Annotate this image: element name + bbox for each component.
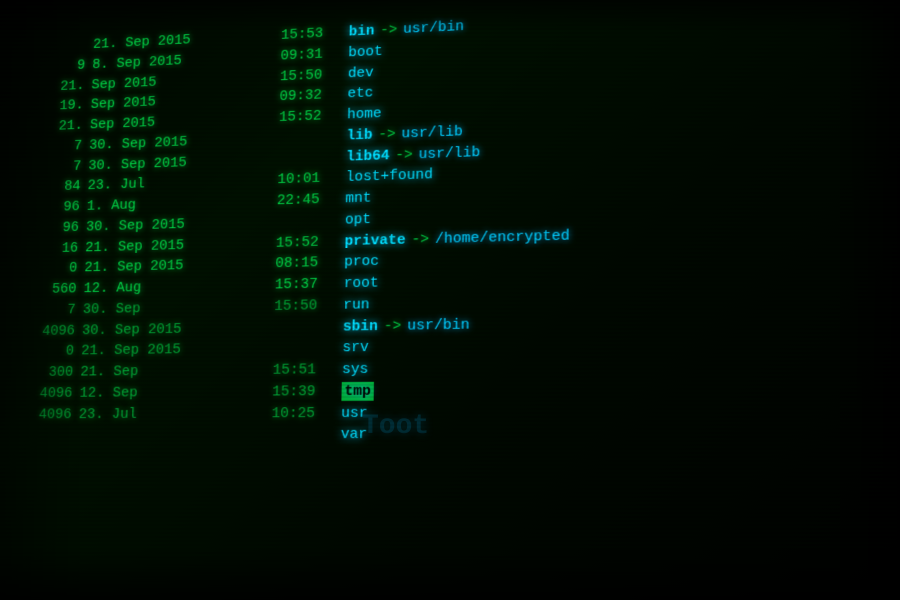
file-time: 10:01 (277, 168, 334, 191)
file-time (273, 352, 331, 353)
file-name: proc (344, 251, 379, 273)
file-date: 21. Sep 2015 (81, 339, 268, 362)
table-row: var (20, 422, 900, 446)
link-target: usr/lib (401, 121, 463, 144)
file-time (278, 161, 335, 163)
file-name: boot (348, 41, 383, 63)
file-size: 4096 (25, 320, 75, 341)
file-size: 96 (29, 217, 79, 239)
file-name: sys (342, 359, 369, 381)
file-time: 09:32 (279, 85, 336, 108)
file-size: 16 (28, 238, 78, 260)
file-time: 09:31 (280, 43, 337, 66)
file-size: 4096 (21, 404, 72, 425)
file-name: lib64 (346, 145, 390, 168)
file-name: lost+found (346, 165, 433, 189)
file-listing: 21. Sep 2015 15:53 bin -> usr/bin 9 8. S… (0, 0, 900, 467)
file-size: 4096 (22, 383, 73, 404)
link-arrow: -> (378, 124, 396, 146)
link-target: usr/bin (407, 314, 470, 337)
file-date: 12. Sep (79, 381, 266, 404)
file-name: srv (342, 337, 369, 359)
file-size: 7 (33, 136, 83, 158)
file-name: run (343, 294, 370, 316)
file-name: root (344, 273, 379, 295)
file-size: 9 (36, 55, 86, 77)
file-name: etc (347, 83, 373, 105)
file-size: 7 (32, 156, 82, 178)
file-time: 15:51 (272, 359, 330, 381)
link-target: usr/lib (418, 142, 480, 165)
file-time: 15:52 (279, 105, 336, 128)
file-time: 10:25 (271, 403, 329, 425)
link-arrow: -> (380, 20, 398, 42)
file-time: 15:37 (275, 274, 333, 296)
file-time: 15:50 (274, 295, 332, 317)
file-size: 560 (26, 279, 76, 301)
file-date: 30. Sep 2015 (82, 317, 269, 341)
file-size: 84 (31, 176, 81, 198)
file-name: tmp (341, 381, 374, 403)
link-arrow: -> (411, 229, 429, 251)
file-name: bin (349, 21, 375, 43)
file-size: 21. (33, 116, 83, 138)
file-time (274, 330, 332, 331)
file-date: 30. Sep (82, 296, 268, 320)
file-name: private (344, 229, 405, 252)
file-size: 0 (24, 341, 75, 362)
file-time: 22:45 (277, 189, 334, 212)
file-time: 15:50 (280, 64, 337, 87)
terminal-screen: 21. Sep 2015 15:53 bin -> usr/bin 9 8. S… (0, 0, 900, 600)
file-name: home (347, 104, 382, 126)
file-name: dev (348, 62, 374, 84)
file-size: 21. (35, 75, 85, 97)
link-arrow: -> (395, 144, 413, 166)
file-size (37, 48, 86, 50)
file-name: opt (345, 209, 371, 231)
file-time: 08:15 (275, 252, 333, 274)
file-size: 0 (27, 258, 77, 280)
link-target: /home/encrypted (435, 225, 570, 250)
file-time: 15:52 (276, 231, 334, 254)
file-time: 15:53 (281, 23, 338, 46)
file-name: lib (346, 125, 372, 147)
file-size: 300 (23, 362, 74, 383)
file-time: 15:39 (272, 381, 330, 403)
file-name: mnt (345, 188, 371, 210)
file-size: 96 (30, 197, 80, 219)
file-size: 19. (34, 96, 84, 118)
file-time (276, 224, 333, 226)
file-date: 21. Sep (80, 360, 267, 383)
file-time (278, 140, 335, 142)
file-size: 7 (26, 300, 76, 322)
link-arrow: -> (384, 315, 402, 337)
file-name: sbin (343, 316, 378, 338)
tmp-highlight: tmp (341, 382, 374, 401)
link-target: usr/bin (403, 16, 464, 40)
toot-watermark: Toot (362, 411, 429, 442)
terminal-content: 21. Sep 2015 15:53 bin -> usr/bin 9 8. S… (14, 0, 900, 600)
file-date: 23. Jul (78, 403, 266, 425)
